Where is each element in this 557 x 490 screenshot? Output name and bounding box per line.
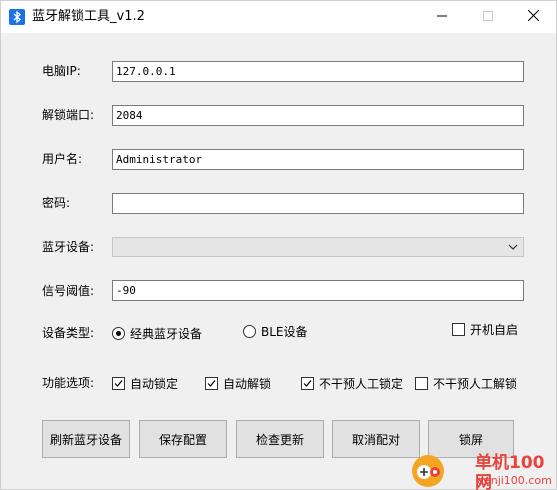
danji-logo-icon xyxy=(411,454,445,488)
unpair-button[interactable]: 取消配对 xyxy=(332,420,420,458)
maximize-button[interactable] xyxy=(465,1,511,33)
app-window: 蓝牙解锁工具_v1.2 电脑IP: 127.0.0.1 解锁端口: 2084 用… xyxy=(0,0,557,490)
port-input[interactable]: 2084 xyxy=(112,105,524,126)
threshold-label: 信号阈值: xyxy=(42,284,95,298)
checkmark-icon[interactable] xyxy=(301,377,314,390)
device-label: 蓝牙设备: xyxy=(42,240,95,254)
no-manual-lock-label: 不干预人工锁定 xyxy=(319,377,404,391)
window-title: 蓝牙解锁工具_v1.2 xyxy=(32,9,145,24)
no-manual-lock-checkbox[interactable]: 不干预人工锁定 xyxy=(301,375,403,392)
password-input[interactable] xyxy=(112,193,524,214)
checkmark-icon[interactable] xyxy=(112,377,125,390)
radio-ble-label: BLE设备 xyxy=(261,325,308,339)
watermark-domain: danji100.com xyxy=(477,474,552,487)
auto-lock-label: 自动锁定 xyxy=(130,377,179,391)
auto-unlock-label: 自动解锁 xyxy=(223,377,272,391)
port-label: 解锁端口: xyxy=(42,108,95,122)
ip-label: 电脑IP: xyxy=(42,64,81,78)
check-update-button[interactable]: 检查更新 xyxy=(236,420,324,458)
threshold-input[interactable]: -90 xyxy=(112,280,524,301)
maximize-icon xyxy=(483,10,493,24)
close-icon xyxy=(527,9,539,24)
auto-lock-checkbox[interactable]: 自动锁定 xyxy=(112,375,178,392)
ip-input[interactable]: 127.0.0.1 xyxy=(112,61,524,82)
radio-button[interactable] xyxy=(243,325,256,338)
radio-classic-bluetooth[interactable]: 经典蓝牙设备 xyxy=(112,325,202,342)
checkbox-unchecked[interactable] xyxy=(415,377,428,390)
watermark: 单机100网 danji100.com xyxy=(409,452,557,490)
no-manual-unlock-label: 不干预人工解锁 xyxy=(433,377,518,391)
username-label: 用户名: xyxy=(42,152,83,166)
auto-unlock-checkbox[interactable]: 自动解锁 xyxy=(205,375,271,392)
autostart-checkbox[interactable]: 开机自启 xyxy=(452,321,518,338)
password-label: 密码: xyxy=(42,196,71,210)
close-button[interactable] xyxy=(510,1,556,33)
bluetooth-icon xyxy=(9,9,25,25)
no-manual-unlock-checkbox[interactable]: 不干预人工解锁 xyxy=(415,375,517,392)
features-label: 功能选项: xyxy=(42,376,95,390)
autostart-label: 开机自启 xyxy=(470,323,519,337)
minimize-icon xyxy=(437,10,447,24)
device-type-label: 设备类型: xyxy=(42,326,95,340)
save-config-button[interactable]: 保存配置 xyxy=(139,420,227,458)
checkbox-unchecked[interactable] xyxy=(452,323,465,336)
checkmark-icon[interactable] xyxy=(205,377,218,390)
chevron-down-icon xyxy=(507,241,519,253)
title-bar[interactable]: 蓝牙解锁工具_v1.2 xyxy=(1,1,556,33)
username-input[interactable]: Administrator xyxy=(112,149,524,170)
radio-ble[interactable]: BLE设备 xyxy=(243,323,308,340)
minimize-button[interactable] xyxy=(419,1,465,33)
device-select[interactable] xyxy=(112,237,524,257)
radio-classic-label: 经典蓝牙设备 xyxy=(130,327,203,341)
refresh-bluetooth-button[interactable]: 刷新蓝牙设备 xyxy=(42,420,130,458)
radio-button-selected[interactable] xyxy=(112,327,125,340)
